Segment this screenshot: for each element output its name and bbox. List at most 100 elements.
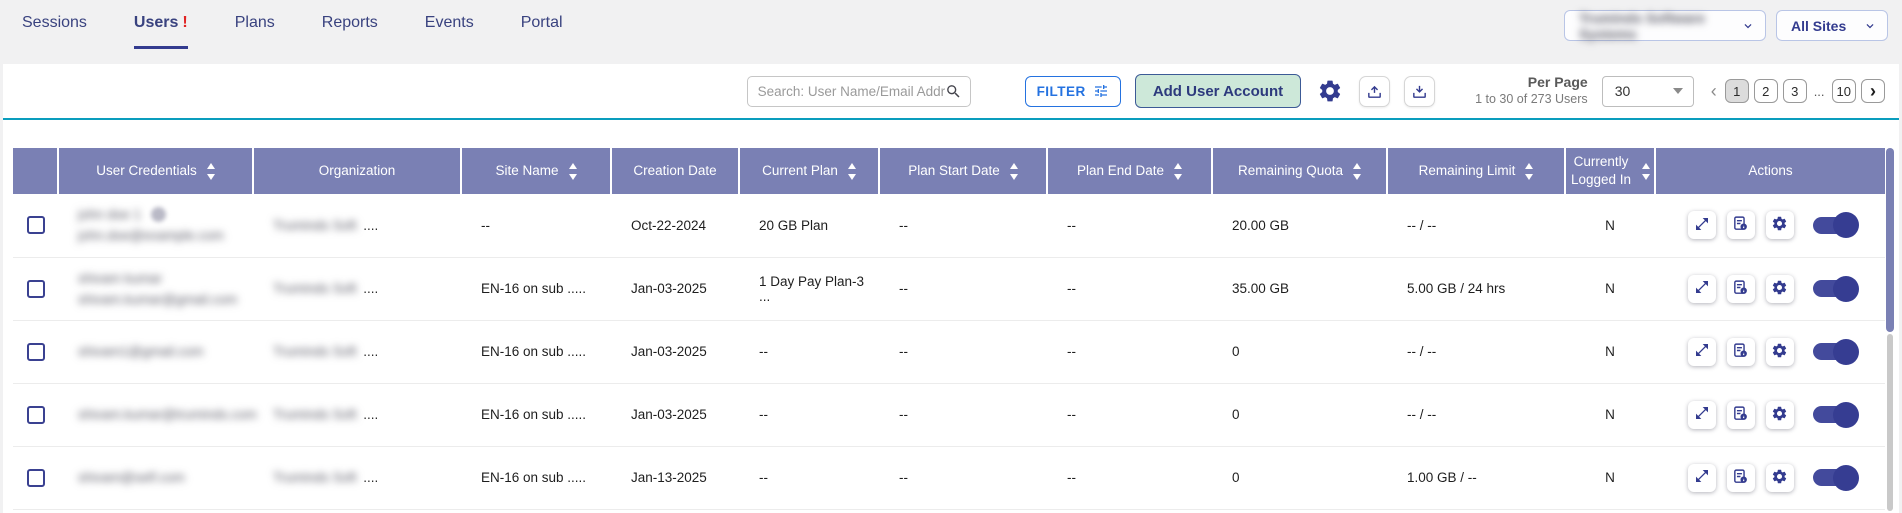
column-header-site-name[interactable]: Site Name <box>461 148 611 194</box>
expand-button[interactable] <box>1688 401 1716 429</box>
plan-details-button[interactable] <box>1727 211 1755 239</box>
status-toggle[interactable] <box>1813 217 1853 234</box>
sort-asc-icon[interactable] <box>569 163 577 169</box>
sort-desc-icon[interactable] <box>207 174 215 180</box>
tab-users[interactable]: Users! <box>134 14 188 49</box>
site-name-cell: EN-16 on sub ..... <box>461 383 611 446</box>
page-button-10[interactable]: 10 <box>1832 79 1856 103</box>
scrollbar-thumb[interactable] <box>1886 148 1894 332</box>
sort-arrows-icon[interactable] <box>1174 163 1182 180</box>
expand-icon <box>1694 216 1710 235</box>
column-header-current-plan[interactable]: Current Plan <box>739 148 879 194</box>
add-user-account-button[interactable]: Add User Account <box>1135 74 1301 108</box>
sort-desc-icon[interactable] <box>1010 174 1018 180</box>
column-header-plan-start-date[interactable]: Plan Start Date <box>879 148 1047 194</box>
plan-details-button[interactable] <box>1727 338 1755 366</box>
sort-asc-icon[interactable] <box>1174 163 1182 169</box>
sort-arrows-icon[interactable] <box>207 163 215 180</box>
column-header-currently-logged-in[interactable]: Currently Logged In <box>1565 148 1655 194</box>
expand-button[interactable] <box>1688 338 1716 366</box>
gear-button[interactable] <box>1766 211 1794 239</box>
row-checkbox[interactable] <box>27 216 45 234</box>
tab-reports[interactable]: Reports <box>322 14 378 49</box>
actions-cell <box>1655 383 1885 446</box>
column-header-remaining-limit[interactable]: Remaining Limit <box>1387 148 1565 194</box>
tab-events[interactable]: Events <box>425 14 474 49</box>
filter-button[interactable]: FILTER <box>1025 76 1121 107</box>
gear-button[interactable] <box>1766 401 1794 429</box>
row-checkbox[interactable] <box>27 343 45 361</box>
per-page-select[interactable]: 30 <box>1602 76 1694 107</box>
expand-button[interactable] <box>1688 275 1716 303</box>
column-header-remaining-quota[interactable]: Remaining Quota <box>1212 148 1387 194</box>
search-box <box>747 76 971 107</box>
company-dropdown[interactable]: Truminds Software Systems <box>1564 10 1766 41</box>
sort-asc-icon[interactable] <box>848 163 856 169</box>
sort-asc-icon[interactable] <box>1525 163 1533 169</box>
search-icon[interactable] <box>945 83 962 100</box>
sort-arrows-icon[interactable] <box>848 163 856 180</box>
sort-arrows-icon[interactable] <box>1010 163 1018 180</box>
vertical-scrollbar[interactable] <box>1886 148 1894 511</box>
site-name-cell: EN-16 on sub ..... <box>461 446 611 509</box>
sort-desc-icon[interactable] <box>1642 174 1650 180</box>
status-toggle[interactable] <box>1813 406 1853 423</box>
plan-details-button[interactable] <box>1727 464 1755 492</box>
sort-asc-icon[interactable] <box>1353 163 1361 169</box>
row-checkbox[interactable] <box>27 469 45 487</box>
user-email: john.doe@example.com <box>78 228 253 243</box>
column-header-user-credentials[interactable]: User Credentials <box>58 148 253 194</box>
status-toggle[interactable] <box>1813 280 1853 297</box>
user-name-line: shivam kumar <box>78 271 253 286</box>
sort-asc-icon[interactable] <box>1642 163 1650 169</box>
gear-button[interactable] <box>1766 464 1794 492</box>
sort-desc-icon[interactable] <box>569 174 577 180</box>
upload-button[interactable] <box>1359 76 1390 107</box>
page-button-2[interactable]: 2 <box>1754 79 1778 103</box>
remaining-limit-cell: -- / -- <box>1387 320 1565 383</box>
status-toggle[interactable] <box>1813 343 1853 360</box>
sort-asc-icon[interactable] <box>207 163 215 169</box>
column-label: Site Name <box>495 162 558 180</box>
row-checkbox[interactable] <box>27 280 45 298</box>
sort-desc-icon[interactable] <box>848 174 856 180</box>
sort-arrows-icon[interactable] <box>1642 163 1650 180</box>
site-name-cell: -- <box>461 194 611 257</box>
status-toggle[interactable] <box>1813 469 1853 486</box>
sort-desc-icon[interactable] <box>1353 174 1361 180</box>
sort-desc-icon[interactable] <box>1174 174 1182 180</box>
organization-ellipsis: .... <box>360 218 379 233</box>
tab-plans[interactable]: Plans <box>235 14 275 49</box>
column-header-plan-end-date[interactable]: Plan End Date <box>1047 148 1212 194</box>
next-page-button[interactable]: › <box>1861 79 1885 103</box>
gear-button[interactable] <box>1766 338 1794 366</box>
plan-end-date-cell: -- <box>1047 446 1212 509</box>
plan-details-button[interactable] <box>1727 401 1755 429</box>
creation-date-cell: Jan-03-2025 <box>611 383 739 446</box>
gear-button[interactable] <box>1766 275 1794 303</box>
sort-arrows-icon[interactable] <box>569 163 577 180</box>
tab-sessions[interactable]: Sessions <box>22 14 87 49</box>
search-input[interactable] <box>758 84 945 99</box>
sort-desc-icon[interactable] <box>1525 174 1533 180</box>
gear-icon <box>1771 468 1788 488</box>
all-sites-dropdown[interactable]: All Sites <box>1776 10 1888 41</box>
organization-name: Truminds Soft <box>273 407 357 422</box>
page-button-1[interactable]: 1 <box>1725 79 1749 103</box>
scrollbar-track[interactable] <box>1887 334 1893 511</box>
row-checkbox[interactable] <box>27 406 45 424</box>
actions-cell <box>1655 257 1885 320</box>
tab-portal[interactable]: Portal <box>521 14 563 49</box>
sort-arrows-icon[interactable] <box>1525 163 1533 180</box>
remaining-quota-cell: 0 <box>1212 383 1387 446</box>
gear-icon[interactable] <box>1315 76 1345 106</box>
sort-arrows-icon[interactable] <box>1353 163 1361 180</box>
remaining-limit-cell: 1.00 GB / -- <box>1387 446 1565 509</box>
expand-button[interactable] <box>1688 464 1716 492</box>
sort-asc-icon[interactable] <box>1010 163 1018 169</box>
plan-details-button[interactable] <box>1727 275 1755 303</box>
page-button-3[interactable]: 3 <box>1783 79 1807 103</box>
download-button[interactable] <box>1404 76 1435 107</box>
prev-page-button[interactable]: ‹ <box>1708 82 1720 100</box>
expand-button[interactable] <box>1688 211 1716 239</box>
